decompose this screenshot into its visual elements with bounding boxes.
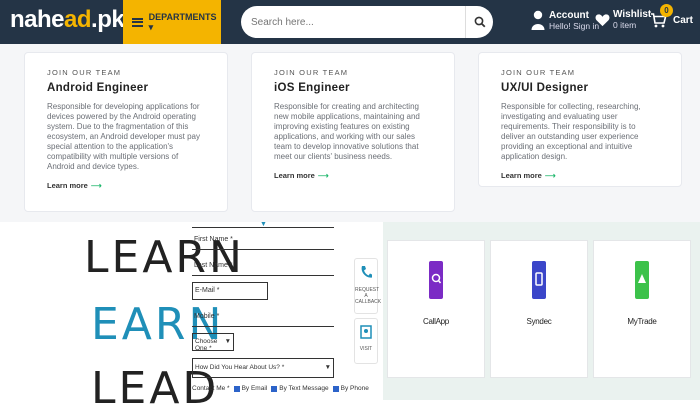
- opt-email-label: By Email: [241, 385, 268, 392]
- mobile-label: Mobile *: [194, 313, 220, 320]
- request-callback-button[interactable]: REQUEST A CALLBACK: [354, 258, 382, 314]
- phone-icon: [361, 266, 372, 278]
- site-logo[interactable]: nahead.pk: [10, 6, 125, 34]
- contact-label: Contact Me *: [192, 385, 230, 392]
- visit-button[interactable]: VISIT: [354, 318, 378, 364]
- job-card-android: JOIN OUR TEAM Android Engineer Responsib…: [24, 52, 228, 212]
- search-input[interactable]: [251, 14, 461, 30]
- first-name-field[interactable]: First Name *: [192, 232, 334, 250]
- learn-more-label: Learn more: [501, 171, 542, 180]
- logo-accent: ad: [64, 6, 92, 33]
- opt-phone-label: By Phone: [340, 385, 369, 392]
- account-link[interactable]: Account Hello! Sign in: [531, 9, 599, 31]
- checkbox-text[interactable]: [271, 385, 278, 392]
- learn-more-label: Learn more: [274, 171, 315, 180]
- job-description: Responsible for developing applications …: [47, 102, 200, 171]
- job-description: Responsible for collecting, researching,…: [501, 102, 641, 161]
- app-card-mytrade[interactable]: MyTrade: [593, 240, 691, 378]
- departments-button[interactable]: DEPARTMENTS ▾: [123, 0, 221, 44]
- learn-more-link[interactable]: Learn more ⟶: [501, 171, 659, 180]
- menu-icon: [132, 17, 143, 27]
- request-callback-label: REQUEST A CALLBACK: [355, 287, 382, 305]
- checkbox-phone[interactable]: [332, 385, 339, 392]
- arrow-right-icon: ⟶: [317, 171, 329, 180]
- heart-icon: [595, 13, 610, 26]
- app-icon: [532, 261, 546, 299]
- search-button[interactable]: [465, 6, 493, 38]
- caret-down-icon: ▼: [324, 364, 331, 371]
- email-field[interactable]: E-Mail *: [192, 282, 268, 300]
- course-select[interactable]: Choose One * ▼: [192, 333, 234, 352]
- checkbox-email[interactable]: [233, 385, 240, 392]
- app-name: CallApp: [423, 317, 449, 326]
- caret-down-icon: ▼: [224, 338, 231, 345]
- wishlist-title: Wishlist: [613, 9, 652, 20]
- caret-down-icon: ▼: [260, 221, 267, 228]
- source-select[interactable]: How Did You Hear About Us? * ▼: [192, 358, 334, 378]
- job-title: iOS Engineer: [274, 82, 350, 94]
- app-icon: [429, 261, 443, 299]
- email-label: E-Mail *: [195, 287, 220, 294]
- app-name: MyTrade: [627, 317, 657, 326]
- course-select-label: Choose One *: [195, 338, 218, 352]
- learn-more-label: Learn more: [47, 181, 88, 190]
- search-bar: [241, 6, 493, 38]
- contact-preferences: Contact Me * By Email By Text Message By…: [192, 385, 369, 392]
- visit-label: VISIT: [359, 346, 373, 352]
- arrow-right-icon: ⟶: [90, 181, 102, 190]
- cart-label: Cart: [673, 14, 694, 26]
- logo-text: nahe: [10, 6, 65, 33]
- job-kicker: JOIN OUR TEAM: [501, 68, 576, 77]
- departments-label: DEPARTMENTS ▾: [148, 11, 217, 32]
- user-icon: [531, 10, 545, 30]
- app-card-syndec[interactable]: Syndec: [490, 240, 588, 378]
- job-kicker: JOIN OUR TEAM: [47, 68, 122, 77]
- account-subtitle: Hello! Sign in: [549, 20, 600, 31]
- job-title: Android Engineer: [47, 82, 149, 94]
- app-name: Syndec: [526, 317, 552, 326]
- location-icon: [360, 325, 372, 339]
- job-kicker: JOIN OUR TEAM: [274, 68, 349, 77]
- opt-text-label: By Text Message: [279, 385, 329, 392]
- last-name-field[interactable]: Last Name *: [192, 258, 334, 276]
- mobile-field[interactable]: Mobile *: [192, 309, 334, 327]
- app-icon: [635, 261, 649, 299]
- job-card-uxui: JOIN OUR TEAM UX/UI Designer Responsible…: [478, 52, 682, 187]
- app-card-callapp[interactable]: CallApp: [387, 240, 485, 378]
- logo-tail: .pk: [91, 6, 125, 33]
- learn-more-link[interactable]: Learn more ⟶: [274, 171, 432, 180]
- account-title: Account: [549, 9, 589, 21]
- search-icon: [474, 16, 485, 28]
- wishlist-link[interactable]: Wishlist 0 item: [595, 9, 651, 30]
- job-title: UX/UI Designer: [501, 82, 589, 94]
- job-description: Responsible for creating and architectin…: [274, 102, 420, 161]
- first-name-label: First Name *: [194, 236, 233, 243]
- source-select-label: How Did You Hear About Us? *: [195, 364, 285, 371]
- wishlist-subtitle: 0 item: [613, 20, 637, 30]
- job-card-ios: JOIN OUR TEAM iOS Engineer Responsible f…: [251, 52, 455, 212]
- last-name-label: Last Name *: [194, 262, 233, 269]
- learn-more-link[interactable]: Learn more ⟶: [47, 181, 205, 190]
- arrow-right-icon: ⟶: [544, 171, 556, 180]
- cart-count-badge: 0: [660, 4, 673, 17]
